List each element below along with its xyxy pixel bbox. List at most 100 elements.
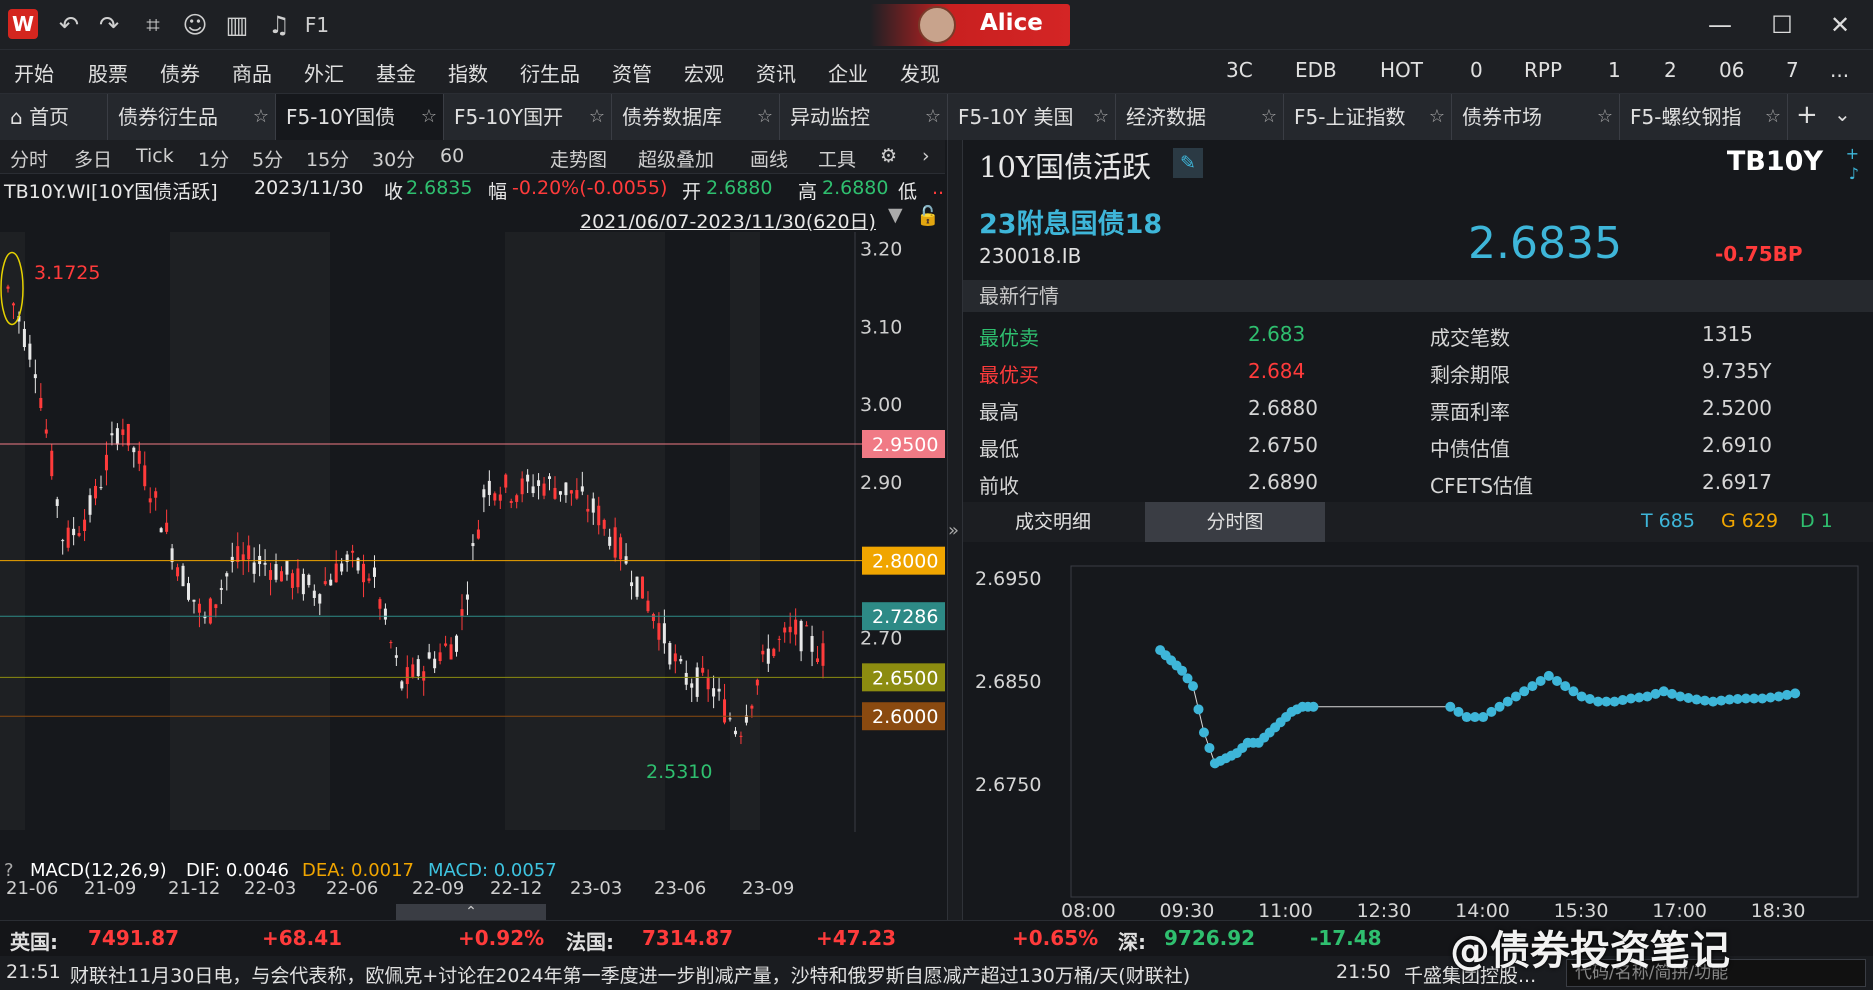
- period-button[interactable]: Tick: [136, 145, 174, 167]
- menu-item[interactable]: 发现: [900, 58, 940, 87]
- tab[interactable]: 异动监控 ☆: [780, 94, 948, 140]
- minimize-icon[interactable]: —: [1700, 8, 1740, 42]
- menu-item[interactable]: 资管: [612, 58, 652, 87]
- candle-body: [61, 540, 65, 542]
- triangle-down-icon[interactable]: ▼: [888, 204, 903, 226]
- menu-item[interactable]: 宏观: [684, 58, 724, 87]
- x-tick-label: 21-09: [84, 878, 137, 899]
- period-button[interactable]: 1分: [198, 145, 229, 172]
- candle-body: [444, 643, 448, 646]
- menu-bar: 开始 股票 债券 商品 外汇 基金 指数 衍生品 资管 宏观 资讯 企业 发现 …: [0, 50, 1873, 94]
- lock-icon[interactable]: 🔓: [916, 204, 940, 227]
- edit-icon[interactable]: ✎: [1173, 148, 1203, 178]
- tools-button[interactable]: 工具: [818, 145, 856, 172]
- menu-shortcut[interactable]: 2: [1664, 58, 1677, 82]
- menu-item[interactable]: 衍生品: [520, 58, 580, 87]
- menu-shortcut[interactable]: 06: [1719, 58, 1744, 82]
- tab[interactable]: F5-上证指数 ☆: [1284, 94, 1452, 140]
- candle-body: [564, 482, 568, 496]
- more-icon[interactable]: ..: [932, 177, 944, 199]
- pin-icon[interactable]: ☆: [1429, 94, 1445, 140]
- pin-icon[interactable]: ☆: [925, 94, 941, 140]
- pin-icon[interactable]: ☆: [253, 94, 269, 140]
- add-icon[interactable]: +: [1846, 144, 1859, 163]
- period-button[interactable]: 分时: [10, 145, 48, 172]
- period-button[interactable]: 15分: [306, 145, 349, 172]
- pin-icon[interactable]: ☆: [1597, 94, 1613, 140]
- ticker-value: 7491.87: [88, 926, 180, 950]
- kline-chart[interactable]: 3.20 3.10 3.00 2.90 2.70 2.9500 2.8000 2.7286 2.…: [0, 232, 945, 832]
- pin-icon[interactable]: ☆: [757, 94, 773, 140]
- pin-icon[interactable]: ☆: [1261, 94, 1277, 140]
- period-button[interactable]: 60: [440, 145, 464, 167]
- menu-item[interactable]: 指数: [448, 58, 488, 87]
- layout-icon[interactable]: ▥: [220, 8, 254, 42]
- tab-trade-detail[interactable]: 成交明细: [963, 502, 1143, 542]
- pin-icon[interactable]: ☆: [421, 94, 437, 140]
- trend-button[interactable]: 走势图: [550, 145, 607, 172]
- chat-icon[interactable]: ☺: [178, 8, 212, 42]
- menu-shortcut[interactable]: EDB: [1295, 58, 1337, 82]
- tab[interactable]: 债券衍生品 ☆: [108, 94, 276, 140]
- tab-active[interactable]: F5-10Y国债 ☆: [276, 94, 444, 140]
- candle-body: [334, 563, 338, 583]
- candle-body: [498, 494, 502, 501]
- chevron-right-icon[interactable]: »: [948, 520, 959, 541]
- period-button[interactable]: 多日: [74, 145, 112, 172]
- chevron-right-icon[interactable]: ›: [922, 145, 930, 167]
- crop-icon[interactable]: ⌗: [136, 8, 170, 42]
- collapse-handle[interactable]: ⌃: [396, 904, 546, 920]
- bell-icon[interactable]: ♪: [1849, 164, 1859, 183]
- period-button[interactable]: 5分: [252, 145, 283, 172]
- menu-item[interactable]: 开始: [14, 58, 54, 87]
- tab-intraday[interactable]: 分时图: [1145, 502, 1325, 542]
- gear-icon[interactable]: ⚙: [880, 145, 897, 167]
- date-range[interactable]: 2021/06/07-2023/11/30(620日): [580, 207, 876, 234]
- tab-home[interactable]: ⌂ 首页: [0, 94, 108, 140]
- tab[interactable]: 债券市场 ☆: [1452, 94, 1620, 140]
- undo-icon[interactable]: ↶: [52, 8, 86, 42]
- tab[interactable]: 债券数据库 ☆: [612, 94, 780, 140]
- panel-splitter[interactable]: »: [947, 140, 963, 920]
- add-tab-icon[interactable]: +: [1796, 100, 1818, 130]
- menu-shortcut[interactable]: RPP: [1524, 58, 1562, 82]
- menu-item[interactable]: 股票: [88, 58, 128, 87]
- close-icon[interactable]: ✕: [1820, 8, 1860, 42]
- maximize-icon[interactable]: ☐: [1762, 8, 1802, 42]
- redo-icon[interactable]: ↷: [92, 8, 126, 42]
- period-button[interactable]: 30分: [372, 145, 415, 172]
- candle-body: [351, 550, 355, 553]
- candle-body: [143, 465, 147, 487]
- tab[interactable]: F5-10Y国开 ☆: [444, 94, 612, 140]
- more-icon[interactable]: ...: [1830, 58, 1849, 82]
- pin-icon[interactable]: ☆: [1093, 94, 1109, 140]
- bell-icon[interactable]: ♫: [262, 8, 296, 42]
- draw-button[interactable]: 画线: [750, 145, 788, 172]
- menu-shortcut[interactable]: 1: [1608, 58, 1621, 82]
- tab[interactable]: 经济数据 ☆: [1116, 94, 1284, 140]
- f1-button[interactable]: F1: [300, 8, 334, 42]
- menu-shortcut[interactable]: 0: [1470, 58, 1483, 82]
- open-label: 开: [682, 181, 702, 203]
- trade-point: [1198, 727, 1209, 738]
- menu-item[interactable]: 债券: [160, 58, 200, 87]
- menu-shortcut[interactable]: HOT: [1380, 58, 1423, 82]
- tab[interactable]: F5-螺纹钢指 ☆: [1620, 94, 1788, 140]
- overlay-button[interactable]: 超级叠加: [638, 145, 714, 172]
- menu-shortcut[interactable]: 3C: [1226, 58, 1253, 82]
- menu-item[interactable]: 基金: [376, 58, 416, 87]
- menu-item[interactable]: 商品: [232, 58, 272, 87]
- pin-icon[interactable]: ☆: [589, 94, 605, 140]
- menu-item[interactable]: 外汇: [304, 58, 344, 87]
- candle-body: [433, 658, 437, 669]
- menu-item[interactable]: 资讯: [756, 58, 796, 87]
- tab[interactable]: F5-10Y 美国 ☆: [948, 94, 1116, 140]
- intraday-chart[interactable]: 2.6950 2.6850 2.6750 08:00 09:30 11:00 12:30 14…: [963, 542, 1873, 920]
- candle-body: [50, 450, 54, 477]
- news-headline[interactable]: 财联社11月30日电，与会代表称，欧佩克+讨论在2024年第一季度进一步削减产量…: [70, 961, 1190, 988]
- user-banner[interactable]: Alice: [870, 4, 1070, 46]
- menu-shortcut[interactable]: 7: [1786, 58, 1799, 82]
- menu-item[interactable]: 企业: [828, 58, 868, 87]
- chevron-down-icon[interactable]: ⌄: [1834, 102, 1851, 126]
- pin-icon[interactable]: ☆: [1765, 94, 1781, 140]
